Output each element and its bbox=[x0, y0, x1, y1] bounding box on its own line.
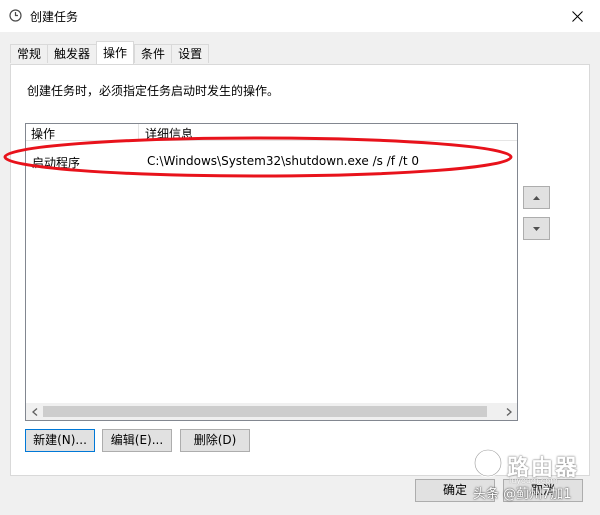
create-task-dialog: 创建任务 常规 触发器 操作 条件 设置 创建任务时，必须指定任务启动时发生的操… bbox=[0, 0, 600, 515]
new-action-button[interactable]: 新建(N)... bbox=[25, 429, 95, 452]
horizontal-scrollbar[interactable] bbox=[26, 403, 517, 420]
scroll-right-button[interactable] bbox=[500, 403, 517, 420]
tab-conditions[interactable]: 条件 bbox=[134, 44, 172, 63]
actions-description: 创建任务时，必须指定任务启动时发生的操作。 bbox=[27, 84, 280, 98]
actions-list[interactable]: 操作 详细信息 启动程序 C:\Windows\System32\shutdow… bbox=[25, 123, 518, 421]
scrollbar-thumb[interactable] bbox=[43, 406, 487, 417]
close-icon bbox=[571, 10, 583, 22]
move-down-button[interactable] bbox=[523, 217, 550, 240]
move-up-button[interactable] bbox=[523, 186, 550, 209]
triangle-up-icon bbox=[533, 195, 540, 200]
chevron-left-icon bbox=[31, 407, 37, 416]
delete-action-button[interactable]: 删除(D) bbox=[180, 429, 250, 452]
tab-strip: 常规 触发器 操作 条件 设置 bbox=[10, 41, 210, 64]
column-header-action[interactable]: 操作 bbox=[31, 125, 55, 142]
scroll-left-button[interactable] bbox=[26, 403, 43, 420]
edit-action-button[interactable]: 编辑(E)... bbox=[102, 429, 172, 452]
actions-list-header: 操作 详细信息 bbox=[26, 124, 517, 141]
window-title: 创建任务 bbox=[30, 10, 79, 24]
watermark: 路由器 luyouqi.com 头条 @蓟州7加1 bbox=[473, 448, 600, 515]
watermark-credit: 头条 @蓟州7加1 bbox=[473, 487, 572, 502]
actions-tab-panel: 创建任务时，必须指定任务启动时发生的操作。 操作 详细信息 启动程序 C:\Wi… bbox=[10, 64, 590, 476]
column-header-details[interactable]: 详细信息 bbox=[145, 125, 193, 142]
table-row[interactable]: 启动程序 C:\Windows\System32\shutdown.exe /s… bbox=[26, 151, 517, 170]
close-button[interactable] bbox=[554, 0, 600, 32]
tab-actions[interactable]: 操作 bbox=[96, 41, 135, 64]
tab-settings[interactable]: 设置 bbox=[171, 44, 210, 63]
tab-general[interactable]: 常规 bbox=[10, 44, 48, 63]
router-logo-icon bbox=[473, 448, 503, 478]
title-bar: 创建任务 bbox=[0, 0, 600, 32]
task-clock-icon bbox=[9, 9, 22, 22]
row-details-cell: C:\Windows\System32\shutdown.exe /s /f /… bbox=[147, 154, 419, 168]
tab-triggers[interactable]: 触发器 bbox=[47, 44, 97, 63]
triangle-down-icon bbox=[533, 226, 540, 231]
row-action-cell: 启动程序 bbox=[32, 156, 81, 170]
column-divider[interactable] bbox=[138, 124, 139, 141]
chevron-right-icon bbox=[506, 407, 512, 416]
